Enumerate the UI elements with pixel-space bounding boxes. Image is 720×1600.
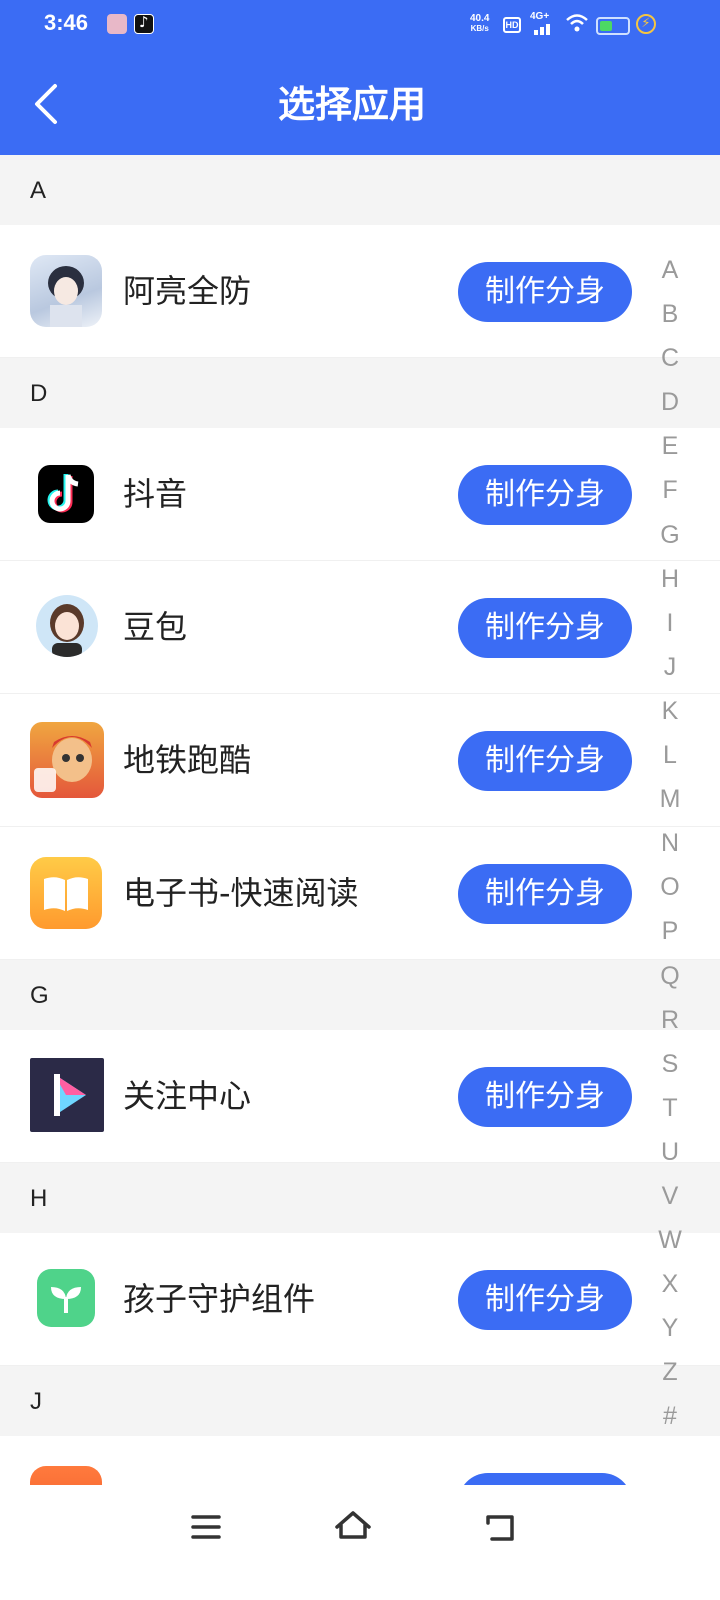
app-name: 关注中心 [123,1077,252,1115]
app-name: 孩子守护组件 [123,1280,316,1318]
make-clone-button[interactable]: 制作分身 [458,731,632,791]
wifi-icon [566,14,588,32]
list-item [0,1436,720,1485]
index-letter-g[interactable]: G [652,513,688,557]
list-item: 阿亮全防 制作分身 [0,225,720,358]
list-item: 豆包 制作分身 [0,561,720,694]
section-header-h: H [0,1163,720,1233]
signal-icon: 4G+ [528,11,556,35]
make-clone-button[interactable]: 制作分身 [458,598,632,658]
tiktok-icon [38,465,94,523]
section-header-g: G [0,960,720,1030]
index-letter-s[interactable]: S [652,1042,688,1086]
play-logo-icon [30,1058,104,1132]
section-header-a: A [0,155,720,225]
index-letter-y[interactable]: Y [652,1306,688,1350]
index-letter-e[interactable]: E [652,424,688,468]
list-item: 关注中心 制作分身 [0,1030,720,1163]
index-letter-hash[interactable]: # [652,1394,688,1438]
index-letter-x[interactable]: X [652,1262,688,1306]
charging-icon: ⚡ [636,14,656,34]
app-name: 阿亮全防 [123,272,252,310]
index-letter-f[interactable]: F [652,468,688,512]
system-nav-bar [0,1485,720,1600]
alphabet-index[interactable]: A B C D E F G H I J K L M N O P Q R S T U V W X Y Z # [652,248,688,1439]
back-icon[interactable] [470,1507,530,1547]
index-letter-z[interactable]: Z [652,1350,688,1394]
make-clone-button[interactable]: 制作分身 [458,465,632,525]
tiktok-notification-icon [134,13,154,34]
make-clone-button[interactable]: 制作分身 [458,262,632,322]
index-letter-d[interactable]: D [652,380,688,424]
battery-icon [596,17,630,35]
index-letter-w[interactable]: W [652,1218,688,1262]
index-letter-u[interactable]: U [652,1130,688,1174]
status-time: 3:46 [44,10,89,35]
subway-surfers-icon [30,722,104,798]
list-item: 地铁跑酷 制作分身 [0,694,720,827]
index-letter-n[interactable]: N [652,821,688,865]
status-bar: 3:46 40.4 KB/s HD 4G+ ⚡ [0,0,720,52]
make-clone-button[interactable]: 制作分身 [458,1067,632,1127]
make-clone-button[interactable]: 制作分身 [458,1270,632,1330]
list-item: 电子书-快速阅读 制作分身 [0,827,720,960]
speed-value: 40.4 [470,13,490,24]
app-name: 抖音 [123,475,188,513]
list-item: 孩子守护组件 制作分身 [0,1233,720,1366]
section-header-d: D [0,358,720,428]
index-letter-i[interactable]: I [652,601,688,645]
notification-app-icon [107,14,127,34]
index-letter-t[interactable]: T [652,1086,688,1130]
index-letter-h[interactable]: H [652,557,688,601]
index-letter-j[interactable]: J [652,645,688,689]
app-name: 电子书-快速阅读 [123,874,359,912]
speed-unit: KB/s [470,24,489,33]
make-clone-button[interactable] [458,1473,632,1485]
network-speed: 40.4 KB/s [470,14,489,34]
list-item: 抖音 制作分身 [0,428,720,561]
index-letter-q[interactable]: Q [652,954,688,998]
page-title: 选择应用 [278,83,426,126]
make-clone-button[interactable]: 制作分身 [458,864,632,924]
index-letter-c[interactable]: C [652,336,688,380]
index-letter-m[interactable]: M [652,777,688,821]
doubao-avatar-icon [36,595,98,657]
network-type: 4G+ [530,11,550,22]
index-letter-b[interactable]: B [652,292,688,336]
index-letter-a[interactable]: A [652,248,688,292]
sprout-icon [37,1269,95,1327]
app-list[interactable]: A 阿亮全防 制作分身 D 抖音 制作分身 豆包 制作分身 地铁跑酷 制作分身 … [0,155,720,1485]
home-icon[interactable] [323,1507,383,1547]
app-header: 3:46 40.4 KB/s HD 4G+ ⚡ 选择应用 [0,0,720,155]
hd-icon: HD [503,17,521,33]
app-name: 地铁跑酷 [123,741,252,779]
index-letter-r[interactable]: R [652,998,688,1042]
anime-avatar-icon [30,255,102,327]
index-letter-v[interactable]: V [652,1174,688,1218]
index-letter-k[interactable]: K [652,689,688,733]
index-letter-l[interactable]: L [652,733,688,777]
orange-app-icon [30,1466,102,1485]
open-book-icon [30,857,102,929]
menu-icon[interactable] [176,1507,236,1547]
index-letter-p[interactable]: P [652,909,688,953]
index-letter-o[interactable]: O [652,865,688,909]
app-name: 豆包 [123,608,188,646]
section-header-j: J [0,1366,720,1436]
